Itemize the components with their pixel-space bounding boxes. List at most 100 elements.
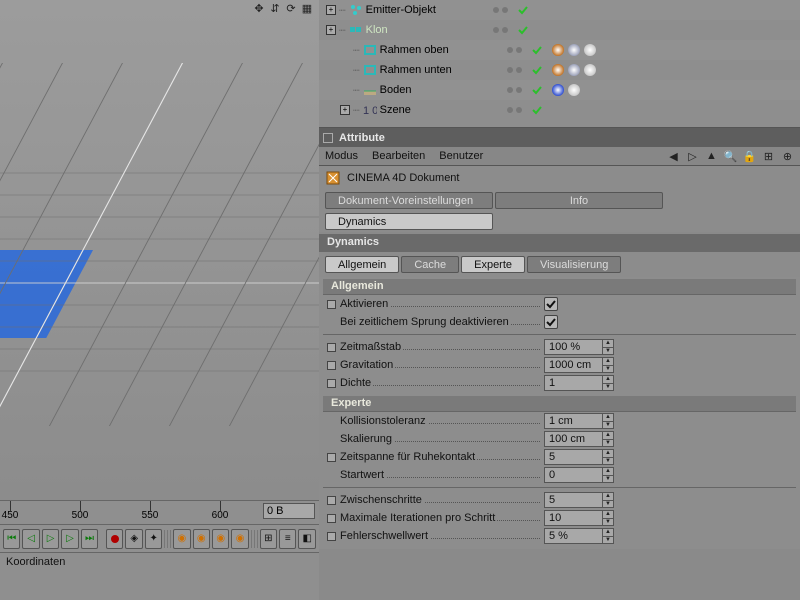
- enable-check-icon[interactable]: [532, 45, 542, 55]
- tab-cache[interactable]: Cache: [401, 256, 459, 273]
- object-name[interactable]: Rahmen unten: [380, 64, 498, 76]
- object-row[interactable]: +┈Klon: [319, 20, 800, 40]
- property-field[interactable]: 5 %▲▼: [544, 528, 614, 544]
- nav-fwd-icon[interactable]: ▷: [686, 150, 699, 163]
- spinner-icon[interactable]: ▲▼: [602, 493, 613, 507]
- param-toggle[interactable]: [327, 379, 336, 388]
- opt1-button[interactable]: ◉: [173, 529, 190, 549]
- opt4-button[interactable]: ◉: [231, 529, 248, 549]
- tab-dynamics-main[interactable]: Dynamics: [325, 213, 493, 230]
- spinner-icon[interactable]: ▲▼: [602, 529, 613, 543]
- nav-up-icon[interactable]: ▲: [705, 150, 718, 163]
- property-field[interactable]: 0▲▼: [544, 467, 614, 483]
- menu-modus[interactable]: Modus: [325, 150, 358, 162]
- object-name[interactable]: Boden: [380, 84, 498, 96]
- object-row[interactable]: +┈Emitter-Objekt: [319, 0, 800, 20]
- tab-allgemein[interactable]: Allgemein: [325, 256, 399, 273]
- spinner-icon[interactable]: ▲▼: [602, 376, 613, 390]
- nav-back-icon[interactable]: ◀: [667, 150, 680, 163]
- frame-field[interactable]: 0 B: [263, 503, 315, 519]
- object-tags[interactable]: [551, 43, 597, 57]
- property-field[interactable]: 1▲▼: [544, 375, 614, 391]
- param-toggle[interactable]: [327, 343, 336, 352]
- panel-toggle-icon[interactable]: [323, 133, 333, 143]
- vp-rotate-icon[interactable]: ⟳: [285, 2, 297, 14]
- object-tags[interactable]: [551, 83, 581, 97]
- spinner-icon[interactable]: ▲▼: [602, 468, 613, 482]
- add-icon[interactable]: ⊕: [781, 150, 794, 163]
- param-toggle[interactable]: [327, 532, 336, 541]
- vp-move-icon[interactable]: ✥: [253, 2, 265, 14]
- object-tags[interactable]: [551, 63, 597, 77]
- goto-end-button[interactable]: ⏭: [81, 529, 98, 549]
- viewport-3d[interactable]: ✥ ⇵ ⟳ ▦: [0, 0, 319, 500]
- param-toggle[interactable]: [327, 514, 336, 523]
- property-field[interactable]: 5▲▼: [544, 492, 614, 508]
- step-back-button[interactable]: ◁: [22, 529, 39, 549]
- record-button[interactable]: [106, 529, 123, 549]
- autokey-button[interactable]: ✦: [145, 529, 162, 549]
- play-button[interactable]: ▷: [42, 529, 59, 549]
- opt2-button[interactable]: ◉: [193, 529, 210, 549]
- param-toggle[interactable]: [327, 496, 336, 505]
- search-icon[interactable]: 🔍: [724, 150, 737, 163]
- vp-layout-icon[interactable]: ▦: [301, 2, 313, 14]
- object-name[interactable]: Emitter-Objekt: [366, 4, 484, 16]
- property-field[interactable]: 10▲▼: [544, 510, 614, 526]
- param-toggle[interactable]: [327, 453, 336, 462]
- property-checkbox[interactable]: [544, 297, 558, 311]
- visibility-dots[interactable]: [487, 7, 515, 13]
- property-field[interactable]: 1000 cm▲▼: [544, 357, 614, 373]
- extra2-button[interactable]: ≡: [279, 529, 296, 549]
- visibility-dots[interactable]: [487, 27, 515, 33]
- visibility-dots[interactable]: [501, 87, 529, 93]
- tab-dokument-voreinstellungen[interactable]: Dokument-Voreinstellungen: [325, 192, 493, 209]
- object-name[interactable]: Rahmen oben: [380, 44, 498, 56]
- goto-start-button[interactable]: ⏮: [3, 529, 20, 549]
- enable-check-icon[interactable]: [532, 105, 542, 115]
- object-name[interactable]: Szene: [380, 104, 498, 116]
- opt3-button[interactable]: ◉: [212, 529, 229, 549]
- enable-check-icon[interactable]: [518, 25, 528, 35]
- expand-icon[interactable]: +: [326, 5, 336, 15]
- tab-info[interactable]: Info: [495, 192, 663, 209]
- visibility-dots[interactable]: [501, 47, 529, 53]
- enable-check-icon[interactable]: [518, 5, 528, 15]
- step-fwd-button[interactable]: ▷: [61, 529, 78, 549]
- expand-icon[interactable]: +: [340, 105, 350, 115]
- param-toggle[interactable]: [327, 361, 336, 370]
- expand-icon[interactable]: +: [326, 25, 336, 35]
- object-row[interactable]: ┈Boden: [319, 80, 800, 100]
- menu-benutzer[interactable]: Benutzer: [439, 150, 483, 162]
- property-field[interactable]: 100 %▲▼: [544, 339, 614, 355]
- object-row[interactable]: ┈Rahmen oben: [319, 40, 800, 60]
- object-row[interactable]: ┈Rahmen unten: [319, 60, 800, 80]
- key-button[interactable]: ◈: [125, 529, 142, 549]
- visibility-dots[interactable]: [501, 67, 529, 73]
- tab-experte[interactable]: Experte: [461, 256, 525, 273]
- extra3-button[interactable]: ◧: [298, 529, 315, 549]
- object-row[interactable]: +┈1 0Szene: [319, 100, 800, 120]
- spinner-icon[interactable]: ▲▼: [602, 432, 613, 446]
- spinner-icon[interactable]: ▲▼: [602, 340, 613, 354]
- tab-visualisierung[interactable]: Visualisierung: [527, 256, 621, 273]
- property-field[interactable]: 100 cm▲▼: [544, 431, 614, 447]
- visibility-dots[interactable]: [501, 107, 529, 113]
- extra1-button[interactable]: ⊞: [260, 529, 277, 549]
- grid-icon[interactable]: ⊞: [762, 150, 775, 163]
- property-field[interactable]: 1 cm▲▼: [544, 413, 614, 429]
- spinner-icon[interactable]: ▲▼: [602, 414, 613, 428]
- menu-bearbeiten[interactable]: Bearbeiten: [372, 150, 425, 162]
- object-name[interactable]: Klon: [366, 24, 484, 36]
- enable-check-icon[interactable]: [532, 85, 542, 95]
- spinner-icon[interactable]: ▲▼: [602, 511, 613, 525]
- enable-check-icon[interactable]: [532, 65, 542, 75]
- lock-icon[interactable]: 🔒: [743, 150, 756, 163]
- property-checkbox[interactable]: [544, 315, 558, 329]
- timeline-ruler[interactable]: 450 500 550 600 0 B: [0, 500, 319, 524]
- vp-updown-icon[interactable]: ⇵: [269, 2, 281, 14]
- spinner-icon[interactable]: ▲▼: [602, 358, 613, 372]
- spinner-icon[interactable]: ▲▼: [602, 450, 613, 464]
- object-manager[interactable]: +┈Emitter-Objekt+┈Klon┈Rahmen oben┈Rahme…: [319, 0, 800, 128]
- param-toggle[interactable]: [327, 300, 336, 309]
